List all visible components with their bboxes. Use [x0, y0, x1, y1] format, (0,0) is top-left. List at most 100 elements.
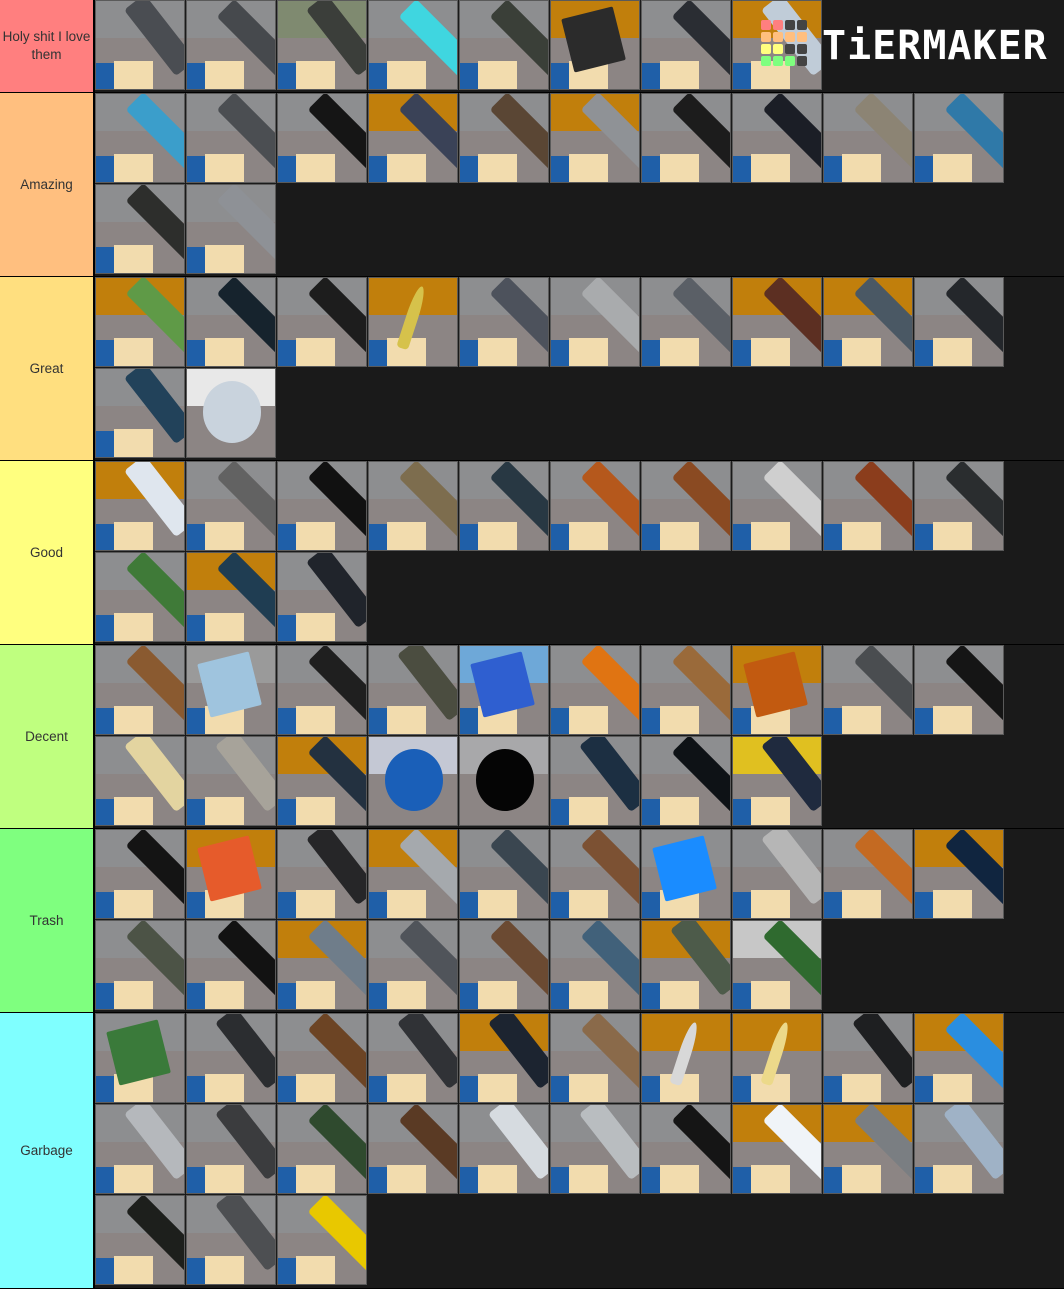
tier-item-snowball[interactable]	[186, 368, 276, 458]
tier-item-shotgun-grey-2[interactable]	[823, 645, 913, 735]
tier-item-pistol-silver-2[interactable]	[550, 1104, 640, 1194]
tier-item-revolver-wood[interactable]	[186, 1195, 276, 1285]
tier-item-shotgun-grey[interactable]	[186, 93, 276, 183]
tier-item-shotgun-black[interactable]	[95, 184, 185, 274]
tier-item-sniper-scope[interactable]	[277, 277, 367, 367]
tier-item-rifle-dark-teal[interactable]	[459, 461, 549, 551]
tier-item-sniper-blue[interactable]	[550, 920, 640, 1010]
tier-item-flashlight[interactable]	[95, 736, 185, 826]
tier-item-rifle-black-4[interactable]	[641, 736, 731, 826]
tier-item-rifle-green[interactable]	[95, 552, 185, 642]
tier-item-sniper-green[interactable]	[95, 277, 185, 367]
tier-item-rifle-green-block[interactable]	[277, 645, 367, 735]
tier-item-pistol-light-blue[interactable]	[914, 1104, 1004, 1194]
tier-item-pistol-blue-white[interactable]	[277, 552, 367, 642]
tier-item-rifle-wood-5[interactable]	[550, 829, 640, 919]
tier-item-rifle-orange-tip[interactable]	[186, 184, 276, 274]
tier-item-smg-navy-2[interactable]	[550, 736, 640, 826]
tier-item-sniper-dark[interactable]	[641, 0, 731, 90]
tier-label[interactable]: Good	[0, 461, 95, 644]
tier-item-pistol-white[interactable]	[95, 461, 185, 551]
tier-item-rifle-tan[interactable]	[368, 461, 458, 551]
tier-item-bazooka-green[interactable]	[732, 920, 822, 1010]
tier-item-rifle-grey[interactable]	[550, 277, 640, 367]
tier-item-knife-silver[interactable]	[641, 1013, 731, 1103]
tier-item-rifle-light[interactable]	[732, 461, 822, 551]
tier-item-rifle-black[interactable]	[277, 93, 367, 183]
tier-item-rifle-gold[interactable]	[277, 1195, 367, 1285]
tier-item-rifle-wood-2[interactable]	[641, 461, 731, 551]
tier-item-rifle-teal[interactable]	[823, 277, 913, 367]
tier-item-revolver-silver[interactable]	[186, 736, 276, 826]
tier-item-carbine-black[interactable]	[641, 93, 731, 183]
tier-item-shotgun-blue[interactable]	[95, 93, 185, 183]
tier-item-sniper-scoped[interactable]	[914, 461, 1004, 551]
tier-item-minigun-rope[interactable]	[732, 277, 822, 367]
tier-label[interactable]: Amazing	[0, 93, 95, 276]
tier-item-smg-navy[interactable]	[368, 93, 458, 183]
tier-item-shotgun-wood[interactable]	[459, 920, 549, 1010]
tier-item-pistol-black[interactable]	[277, 829, 367, 919]
tier-item-rifle-silver-2[interactable]	[368, 829, 458, 919]
tier-item-launcher-orange[interactable]	[550, 645, 640, 735]
tier-label[interactable]: Holy shit I love them	[0, 0, 95, 92]
tier-label[interactable]: Trash	[0, 829, 95, 1012]
tier-item-sniper-wood[interactable]	[277, 1013, 367, 1103]
tier-item-crossbow-energy[interactable]	[914, 829, 1004, 919]
tier-item-sniper-wood-scope[interactable]	[368, 1104, 458, 1194]
tier-item-lmg-green[interactable]	[459, 0, 549, 90]
tier-item-pistol-dark[interactable]	[95, 0, 185, 90]
tier-item-bow-blue[interactable]	[914, 1013, 1004, 1103]
tier-item-blue-orb[interactable]	[368, 736, 458, 826]
tier-item-rifle-wood-4[interactable]	[641, 645, 731, 735]
tier-item-pistol-dark-3[interactable]	[368, 1013, 458, 1103]
tier-item-bullpup-black[interactable]	[914, 277, 1004, 367]
tier-item-smg-yellow[interactable]	[95, 368, 185, 458]
tier-item-pistol-navy[interactable]	[459, 1013, 549, 1103]
tier-item-grenade-launcher[interactable]	[277, 0, 367, 90]
tier-item-pizza[interactable]	[186, 829, 276, 919]
tier-item-sniper-green-scope[interactable]	[277, 1104, 367, 1194]
tier-item-knife-gold[interactable]	[732, 1013, 822, 1103]
tier-item-shotgun-black-2[interactable]	[641, 1104, 731, 1194]
tier-item-present[interactable]	[459, 645, 549, 735]
tier-item-energy-shotgun[interactable]	[914, 93, 1004, 183]
tier-item-rifle-wood-bayonet[interactable]	[95, 645, 185, 735]
tier-item-shuriken[interactable]	[186, 645, 276, 735]
tier-item-bullpup-teal[interactable]	[186, 552, 276, 642]
tier-item-shotgun-stub[interactable]	[641, 277, 731, 367]
tier-item-rifle-wood[interactable]	[459, 93, 549, 183]
tier-item-launcher-green[interactable]	[95, 1013, 185, 1103]
tier-item-bow-gold[interactable]	[368, 277, 458, 367]
tier-label[interactable]: Great	[0, 277, 95, 460]
tier-item-revolver-silver-2[interactable]	[732, 829, 822, 919]
tier-item-revolver-dark[interactable]	[186, 1104, 276, 1194]
tier-item-energy-pistol[interactable]	[641, 829, 731, 919]
tier-item-launcher-grey[interactable]	[277, 920, 367, 1010]
tier-item-rifle-orange-wood[interactable]	[550, 461, 640, 551]
tier-item-energy-rifle-white[interactable]	[732, 1104, 822, 1194]
tier-item-shotgun-dark[interactable]	[186, 0, 276, 90]
tier-item-energy-rifle[interactable]	[368, 0, 458, 90]
tier-item-pistol-dark-2[interactable]	[186, 1013, 276, 1103]
tier-item-book[interactable]	[732, 645, 822, 735]
tier-item-pistol-green[interactable]	[641, 920, 731, 1010]
tier-item-pistol-silver[interactable]	[95, 1104, 185, 1194]
tier-item-rifle-silver[interactable]	[550, 93, 640, 183]
tier-item-shotgun-grey-3[interactable]	[368, 920, 458, 1010]
tier-item-rifle-black-5[interactable]	[186, 920, 276, 1010]
tier-item-shotgun-pump[interactable]	[459, 277, 549, 367]
tier-item-revolver-olive[interactable]	[368, 645, 458, 735]
tier-item-smg-teal[interactable]	[186, 277, 276, 367]
tier-item-rifle-long-wood[interactable]	[550, 1013, 640, 1103]
tier-item-launcher-navy[interactable]	[277, 736, 367, 826]
tier-item-minigun[interactable]	[550, 0, 640, 90]
tier-item-launcher-brass[interactable]	[823, 93, 913, 183]
tier-item-pistol-white-2[interactable]	[459, 1104, 549, 1194]
tier-item-rifle-wood-3[interactable]	[823, 461, 913, 551]
tier-item-rifle-black-2[interactable]	[277, 461, 367, 551]
tier-item-shotgun-wood-2[interactable]	[823, 1104, 913, 1194]
tier-item-bomb[interactable]	[459, 736, 549, 826]
tier-item-slingshot[interactable]	[732, 736, 822, 826]
tier-item-pistol-black-2[interactable]	[823, 1013, 913, 1103]
